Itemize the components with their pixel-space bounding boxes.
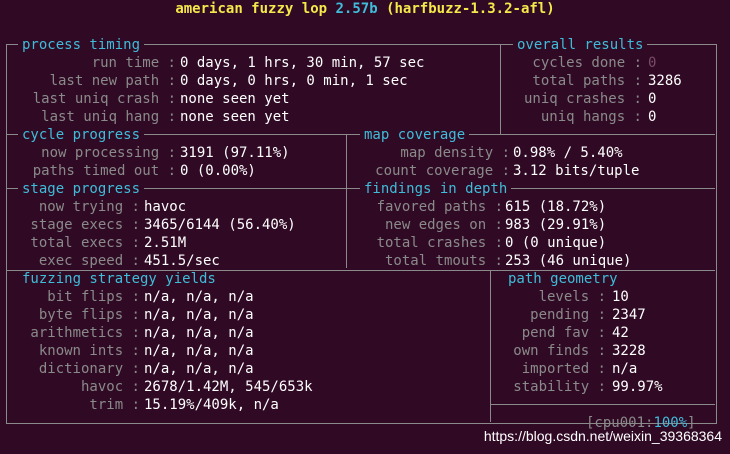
pg-label-3: own finds : xyxy=(513,343,606,359)
fs-label-5: havoc : xyxy=(80,379,140,395)
divider-overall xyxy=(500,44,501,134)
divider-bottom xyxy=(490,404,715,405)
or-label-3: uniq hangs : xyxy=(540,109,642,125)
findings-title: findings in depth xyxy=(360,180,512,198)
fs-label-3: known ints : xyxy=(38,343,140,359)
pg-label-5: stability : xyxy=(513,379,606,395)
overall-results-title: overall results xyxy=(513,36,648,54)
strategy-yields-title: fuzzing strategy yields xyxy=(18,270,220,288)
cp-value-1: 0 (0.00%) xyxy=(180,163,256,179)
map-coverage-title: map coverage xyxy=(360,126,470,144)
cp-value-0: 3191 (97.11%) xyxy=(180,145,290,161)
or-label-2: uniq crashes : xyxy=(523,91,642,107)
or-value-0: 0 xyxy=(648,55,657,71)
fs-label-0: bit flips : xyxy=(47,289,140,305)
mc-value-0: 0.98% / 5.40% xyxy=(513,145,623,161)
mc-label-0: map density : xyxy=(400,145,510,161)
sp-label-2: total execs : xyxy=(30,235,140,251)
sp-value-3: 451.5/sec xyxy=(144,253,220,269)
fd-value-2: 0 (0 unique) xyxy=(505,235,607,251)
mc-value-1: 3.12 bits/tuple xyxy=(513,163,640,179)
fd-label-2: total crashes : xyxy=(376,235,503,251)
path-geometry-title: path geometry xyxy=(504,270,622,288)
pt-label-3: last uniq hang : xyxy=(41,109,176,125)
fs-value-5: 2678/1.42M, 545/653k xyxy=(144,379,313,395)
pt-label-0: run time : xyxy=(91,55,176,71)
sp-value-2: 2.51M xyxy=(144,235,187,251)
pg-value-4: n/a xyxy=(612,361,638,377)
watermark: https://blog.csdn.net/weixin_39368364 xyxy=(483,428,722,444)
fd-value-1: 983 (29.91%) xyxy=(505,217,607,233)
fd-label-1: new edges on : xyxy=(384,217,503,233)
sp-label-1: stage execs : xyxy=(30,217,140,233)
sp-label-3: exec speed : xyxy=(38,253,140,269)
pg-label-2: pend fav : xyxy=(521,325,606,341)
pg-label-4: imported : xyxy=(521,361,606,377)
or-value-3: 0 xyxy=(648,109,657,125)
app-name: american fuzzy lop xyxy=(175,1,328,17)
or-label-1: total paths : xyxy=(532,73,642,89)
pg-value-5: 99.97% xyxy=(612,379,663,395)
pg-label-0: levels : xyxy=(538,289,606,305)
fs-value-3: n/a, n/a, n/a xyxy=(144,343,254,359)
fs-value-6: 15.19%/409k, n/a xyxy=(144,397,279,413)
sp-value-1: 3465/6144 (56.40%) xyxy=(144,217,296,233)
fs-label-2: arithmetics : xyxy=(30,325,140,341)
fd-label-0: favored paths : xyxy=(376,199,503,215)
process-timing-title: process timing xyxy=(18,36,145,54)
fs-label-6: trim : xyxy=(89,397,140,413)
pt-value-0: 0 days, 1 hrs, 30 min, 57 sec xyxy=(180,55,425,71)
cycle-progress-title: cycle progress xyxy=(18,126,145,144)
window-title: american fuzzy lop 2.57b (harfbuzz-1.3.2… xyxy=(0,0,730,18)
pg-label-1: pending : xyxy=(530,307,606,323)
app-version: 2.57b xyxy=(335,1,378,17)
fs-value-2: n/a, n/a, n/a xyxy=(144,325,254,341)
cp-label-1: paths timed out : xyxy=(32,163,176,179)
fs-label-4: dictionary : xyxy=(38,361,140,377)
pg-value-0: 10 xyxy=(612,289,629,305)
pt-label-2: last uniq crash : xyxy=(32,91,176,107)
pg-value-2: 42 xyxy=(612,325,629,341)
pt-label-1: last new path : xyxy=(49,73,176,89)
sp-value-0: havoc xyxy=(144,199,187,215)
fd-value-3: 253 (46 unique) xyxy=(505,253,632,269)
pt-value-3: none seen yet xyxy=(180,109,290,125)
fd-label-3: total tmouts : xyxy=(384,253,503,269)
cp-label-0: now processing : xyxy=(41,145,176,161)
pg-value-3: 3228 xyxy=(612,343,646,359)
fd-value-0: 615 (18.72%) xyxy=(505,199,607,215)
or-value-2: 0 xyxy=(648,91,657,107)
fs-value-4: n/a, n/a, n/a xyxy=(144,361,254,377)
pg-value-1: 2347 xyxy=(612,307,646,323)
fs-label-1: byte flips : xyxy=(38,307,140,323)
fuzz-target: (harfbuzz-1.3.2-afl) xyxy=(386,1,555,17)
fs-value-1: n/a, n/a, n/a xyxy=(144,307,254,323)
sp-label-0: now trying : xyxy=(38,199,140,215)
fs-value-0: n/a, n/a, n/a xyxy=(144,289,254,305)
mc-label-1: count coverage : xyxy=(375,163,510,179)
or-value-1: 3286 xyxy=(648,73,682,89)
pt-value-2: none seen yet xyxy=(180,91,290,107)
or-label-0: cycles done : xyxy=(532,55,642,71)
divider-geometry xyxy=(490,270,491,422)
stage-progress-title: stage progress xyxy=(18,180,145,198)
pt-value-1: 0 days, 0 hrs, 0 min, 1 sec xyxy=(180,73,408,89)
divider-map xyxy=(346,134,347,268)
